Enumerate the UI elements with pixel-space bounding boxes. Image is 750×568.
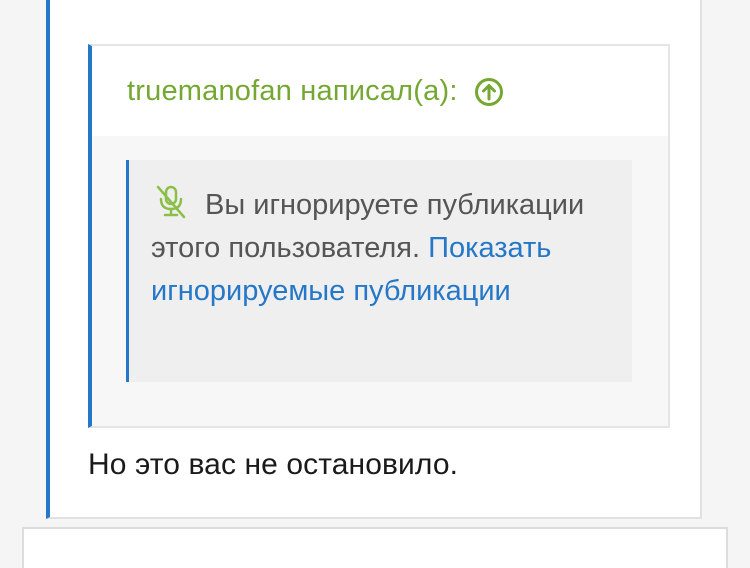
page: truemanofan написал(а): Вы игнорируете п… xyxy=(0,0,750,568)
next-post-card xyxy=(22,527,728,568)
ignored-content-notice: Вы игнорируете публикации этого пользова… xyxy=(126,160,632,382)
quote-header: truemanofan написал(а): xyxy=(92,46,668,136)
post-body: Но это вас не остановило. xyxy=(88,448,459,481)
ignored-text: Вы игнорируете публикации этого пользова… xyxy=(151,184,612,313)
microphone-slash-icon xyxy=(151,184,191,220)
post-card: truemanofan написал(а): Вы игнорируете п… xyxy=(46,0,702,519)
arrow-circle-up-icon[interactable] xyxy=(474,77,504,107)
quote-author[interactable]: truemanofan написал(а): xyxy=(127,75,458,108)
quote-block: truemanofan написал(а): Вы игнорируете п… xyxy=(88,44,670,428)
